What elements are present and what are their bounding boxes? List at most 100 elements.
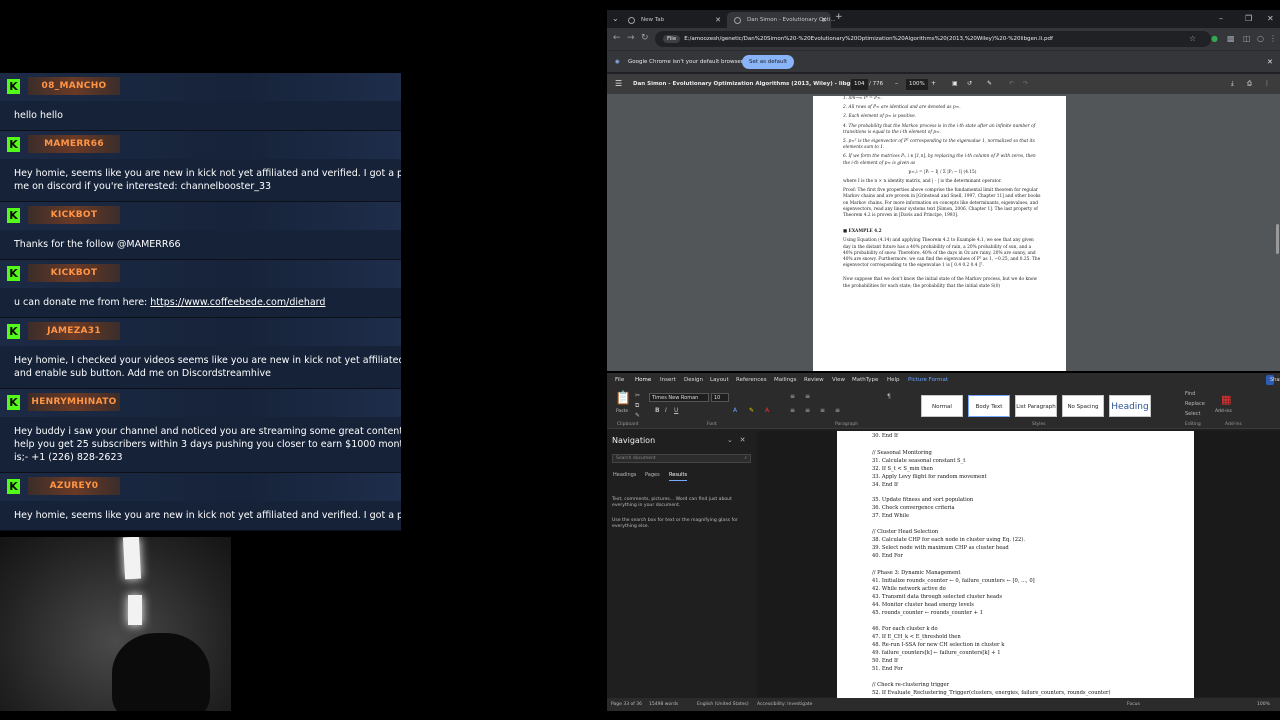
italic-icon[interactable]: I	[665, 407, 667, 414]
rotate-icon[interactable]: ↺	[967, 74, 972, 94]
nav-tab-results[interactable]: Results	[669, 472, 688, 481]
bookmark-star-icon[interactable]: ☆	[1189, 34, 1196, 43]
close-window-icon[interactable]: ✕	[1267, 14, 1274, 23]
more-icon[interactable]: ⋮	[1264, 74, 1270, 94]
reload-icon[interactable]: ↻	[641, 33, 649, 43]
document-area[interactable]: 30. End If // Seasonal Monitoring 31. Ca…	[757, 431, 1280, 701]
text-effects-icon[interactable]: A	[733, 407, 737, 414]
copy-icon[interactable]: ⧉	[635, 402, 639, 410]
tab-home[interactable]: Home	[635, 373, 652, 388]
chat-username[interactable]: 08_MANCHO	[28, 77, 120, 95]
chat-username[interactable]: KICKBOT	[28, 206, 120, 224]
search-document-input[interactable]: Search document ⌕	[612, 454, 751, 463]
nav-tab-pages[interactable]: Pages	[645, 472, 660, 478]
bold-icon[interactable]: B	[655, 407, 660, 414]
nav-tab-headings[interactable]: Headings	[613, 472, 636, 478]
zoom-percent[interactable]: 100%	[1257, 698, 1270, 711]
style-body-text[interactable]: Body Text	[968, 395, 1010, 417]
bullets-icon[interactable]: ≡	[790, 393, 795, 400]
extensions-puzzle-icon[interactable]: ▩	[1227, 34, 1235, 43]
close-infobar-icon[interactable]: ✕	[1267, 51, 1273, 73]
tab-search-icon[interactable]: ⌄	[612, 14, 619, 23]
back-icon[interactable]: ←	[613, 33, 621, 43]
center-icon[interactable]: ≡	[805, 407, 810, 414]
fit-page-icon[interactable]: ▣	[952, 74, 958, 94]
chat-username[interactable]: AZUREY0	[28, 477, 120, 495]
format-painter-icon[interactable]: ✎	[635, 412, 640, 419]
zoom-out-icon[interactable]: –	[895, 74, 898, 94]
language[interactable]: English (United States)	[697, 698, 749, 711]
print-icon[interactable]: ⎙	[1247, 74, 1252, 94]
zoom-level[interactable]: 100%	[906, 79, 928, 90]
replace-button[interactable]: Replace	[1185, 401, 1205, 407]
style-heading[interactable]: Heading	[1109, 395, 1151, 417]
tab-pdf[interactable]: Dan Simon - Evolutionary Opti... ✕	[727, 12, 836, 28]
page-number-input[interactable]: 104	[851, 79, 868, 90]
find-button[interactable]: Find	[1185, 391, 1195, 397]
set-default-button[interactable]: Set as default	[742, 55, 795, 69]
tab-review[interactable]: Review	[804, 373, 824, 387]
tab-references[interactable]: References	[736, 373, 767, 387]
font-name-field[interactable]: Times New Roman	[649, 393, 709, 402]
undo-icon[interactable]: ↶	[1009, 74, 1014, 94]
tab-new-tab[interactable]: New Tab ✕	[621, 12, 725, 28]
chevron-down-icon[interactable]: ⌄	[727, 436, 733, 444]
tab-help[interactable]: Help	[887, 373, 900, 387]
font-color-icon[interactable]: A	[765, 407, 769, 414]
tab-insert[interactable]: Insert	[660, 373, 676, 387]
download-icon[interactable]: ⤓	[1231, 74, 1234, 94]
chat-username[interactable]: JAMEZA31	[28, 322, 120, 340]
pdf-viewer[interactable]: 1. lim→∞ Pᵗ = P∞. 2. All rows of P∞ are …	[607, 94, 1280, 371]
close-icon[interactable]: ✕	[740, 436, 746, 444]
tab-mathtype[interactable]: MathType	[852, 373, 878, 387]
addins-icon[interactable]: ▦	[1221, 393, 1231, 406]
accessibility-status[interactable]: Accessibility: Investigate	[757, 698, 812, 711]
chat-username[interactable]: MAMERR66	[28, 135, 120, 153]
word-count[interactable]: 15498 words	[649, 698, 678, 711]
focus-button[interactable]: Focus	[1127, 698, 1140, 711]
restore-icon[interactable]: ❐	[1245, 14, 1252, 23]
numbering-icon[interactable]: ≡	[805, 393, 810, 400]
zoom-in-icon[interactable]: +	[931, 74, 936, 94]
new-tab-icon[interactable]: +	[835, 12, 843, 22]
tab-file[interactable]: File	[615, 373, 624, 387]
redo-icon[interactable]: ↷	[1023, 74, 1028, 94]
cut-icon[interactable]: ✂	[635, 392, 640, 399]
font-size-field[interactable]: 10	[711, 393, 729, 402]
search-icon[interactable]: ⌕	[744, 455, 747, 463]
pdf-scrollbar[interactable]	[1276, 224, 1279, 254]
tab-picture-format[interactable]: Picture Format	[908, 373, 948, 387]
chat-username[interactable]: HENRYMHINATO	[28, 393, 120, 411]
share-button[interactable]: Share	[1266, 375, 1280, 385]
align-right-icon[interactable]: ≡	[820, 407, 825, 414]
style-normal[interactable]: Normal	[921, 395, 963, 417]
sidepanel-icon[interactable]: ◫	[1243, 34, 1251, 43]
forward-icon[interactable]: →	[627, 33, 635, 43]
extension-icon[interactable]: ●	[1211, 34, 1218, 43]
paste-icon[interactable]: 📋	[615, 391, 631, 406]
document-page[interactable]: 30. End If // Seasonal Monitoring 31. Ca…	[837, 431, 1194, 701]
page-count[interactable]: Page 33 of 36	[611, 698, 642, 711]
tab-design[interactable]: Design	[684, 373, 703, 387]
highlight-icon[interactable]: ✎	[749, 407, 754, 414]
show-marks-icon[interactable]: ¶	[887, 393, 891, 400]
close-tab-icon[interactable]: ✕	[821, 12, 827, 28]
style-no-spacing[interactable]: No Spacing	[1062, 395, 1104, 417]
justify-icon[interactable]: ≡	[835, 407, 840, 414]
tab-view[interactable]: View	[832, 373, 845, 387]
profile-icon[interactable]: ○	[1257, 34, 1264, 43]
chat-username[interactable]: KICKBOT	[28, 264, 120, 282]
tab-layout[interactable]: Layout	[710, 373, 729, 387]
align-left-icon[interactable]: ≡	[790, 407, 795, 414]
menu-dots-icon[interactable]: ⋮	[1269, 34, 1277, 43]
tab-mailings[interactable]: Mailings	[774, 373, 797, 387]
url-field[interactable]: File E:/amoozesh/genetic/Dan%20Simon%20-%…	[655, 31, 1211, 47]
annotate-icon[interactable]: ✎	[987, 74, 992, 94]
underline-icon[interactable]: U	[674, 407, 678, 414]
pdf-menu-icon[interactable]: ☰	[615, 74, 622, 94]
minimize-icon[interactable]: –	[1219, 14, 1223, 23]
select-button[interactable]: Select	[1185, 411, 1200, 417]
style-list-paragraph[interactable]: List Paragraph	[1015, 395, 1057, 417]
close-tab-icon[interactable]: ✕	[715, 12, 721, 28]
donate-link[interactable]: https://www.coffeebede.com/diehard	[150, 297, 325, 308]
